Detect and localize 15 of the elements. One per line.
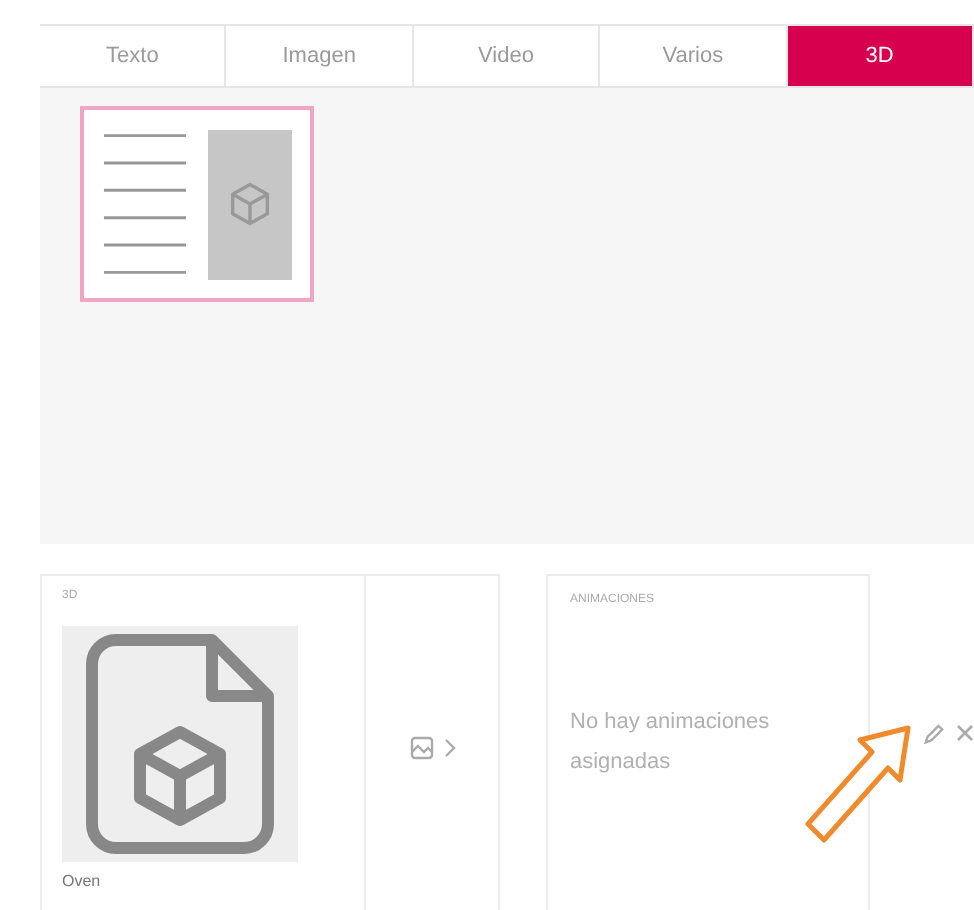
close-icon[interactable] [956, 724, 974, 742]
file-name: Oven [62, 870, 101, 894]
empty-message: No hay animaciones asignadas [570, 708, 772, 778]
tab[interactable]: Varios [600, 24, 788, 86]
template-card[interactable] [80, 106, 314, 302]
tab[interactable]: Texto [40, 24, 227, 86]
image-icon[interactable] [409, 736, 433, 760]
text-lines-icon [102, 128, 188, 280]
tab[interactable]: Video [413, 24, 601, 86]
model-thumbnail[interactable] [62, 626, 298, 862]
tab[interactable]: Imagen [226, 24, 414, 86]
pencil-icon[interactable] [922, 724, 944, 746]
chevron-right-icon[interactable] [443, 738, 455, 758]
cube-file-icon [84, 632, 276, 856]
tab[interactable]: 3D [787, 24, 974, 86]
